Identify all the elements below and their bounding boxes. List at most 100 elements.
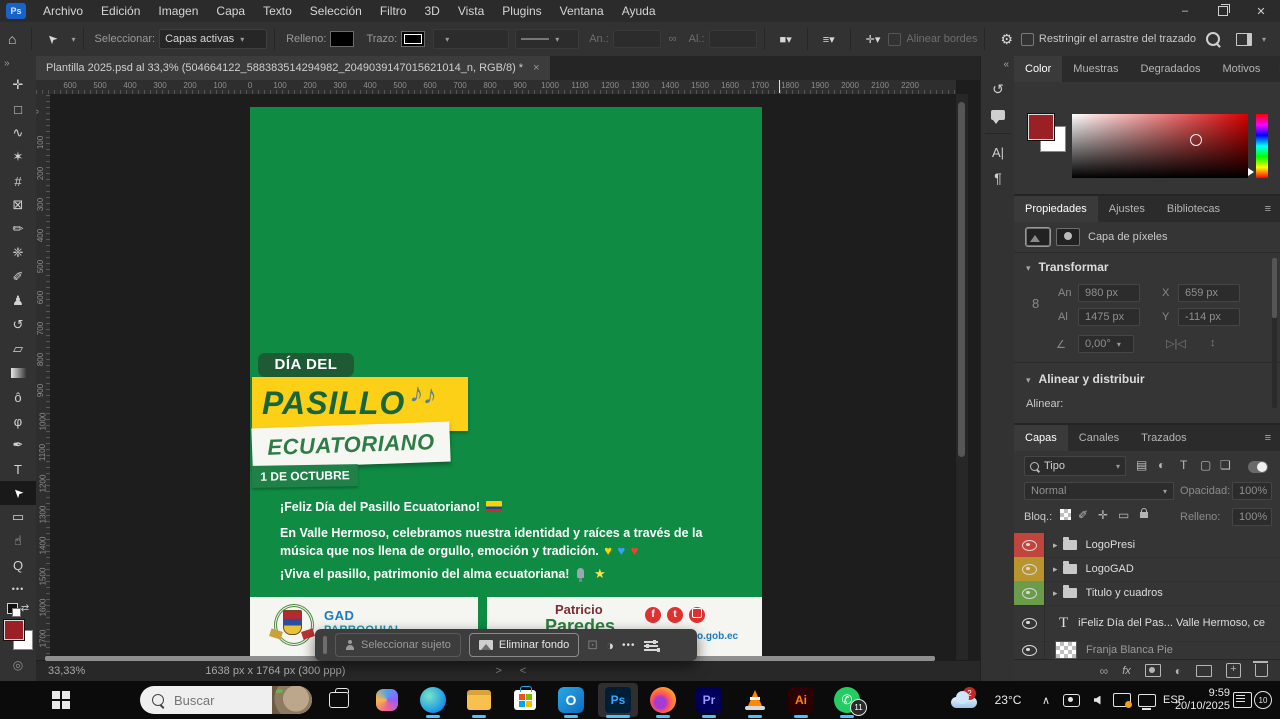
tab-close-icon[interactable]: ×	[533, 62, 539, 74]
lock-all-icon[interactable]	[1140, 512, 1148, 518]
temperature-label[interactable]: 23°C	[986, 681, 1030, 719]
menu-capa[interactable]: Capa	[207, 0, 254, 22]
weather-icon[interactable]: 2	[946, 681, 982, 719]
copilot-button[interactable]	[372, 681, 402, 719]
more-options-icon[interactable]: •••	[622, 640, 636, 651]
properties-menu-icon[interactable]: ≡	[1257, 196, 1280, 222]
hue-marker[interactable]	[1248, 168, 1254, 176]
foreground-swatch-mini[interactable]	[1028, 114, 1054, 140]
search-input[interactable]	[172, 692, 256, 709]
layers-tab-canales[interactable]: Canales	[1068, 425, 1130, 451]
default-colors-icon[interactable]	[7, 603, 18, 614]
color-field[interactable]	[1072, 114, 1248, 178]
delete-layer-icon[interactable]	[1255, 664, 1268, 677]
layer-row[interactable]: ▸ Titulo y cuadros	[1014, 581, 1280, 606]
lock-paint-icon[interactable]: ✐	[1078, 508, 1088, 522]
edge-icon[interactable]	[418, 681, 448, 719]
cast-icon[interactable]	[1108, 681, 1136, 719]
color-tab-degradados[interactable]: Degradados	[1130, 56, 1212, 82]
microsoft-store-icon[interactable]	[510, 681, 540, 719]
menu-archivo[interactable]: Archivo	[34, 0, 92, 22]
group-expand-icon[interactable]: ▸	[1053, 564, 1058, 575]
select-mode-dropdown[interactable]: Capas activas▾	[159, 29, 267, 49]
eyedropper-tool[interactable]: ✏	[0, 217, 36, 241]
menu-plugins[interactable]: Plugins	[493, 0, 550, 22]
outlook-icon[interactable]: O	[556, 681, 586, 719]
vlc-icon[interactable]	[740, 681, 770, 719]
pen-tool[interactable]: ✒	[0, 433, 36, 457]
tray-expand-icon[interactable]: ∧	[1036, 681, 1056, 719]
layer-row[interactable]: Franja Blanca Pie	[1014, 641, 1280, 659]
menu-ventana[interactable]: Ventana	[551, 0, 613, 22]
menu-edición[interactable]: Edición	[92, 0, 149, 22]
layer-filter-dropdown[interactable]: Tipo ▾	[1024, 456, 1126, 476]
home-icon[interactable]: ⌂	[0, 31, 24, 47]
pixel-layer-thumb-icon[interactable]	[1026, 228, 1050, 246]
group-expand-icon[interactable]: ▸	[1053, 540, 1058, 551]
toolstrip-expand-icon[interactable]: »	[0, 56, 36, 73]
scroll-next-icon[interactable]: >	[495, 665, 501, 677]
path-select-tool[interactable]: ➤	[0, 481, 36, 505]
stamp-tool[interactable]: ♟	[0, 289, 36, 313]
menu-texto[interactable]: Texto	[254, 0, 301, 22]
remove-background-button[interactable]: Eliminar fondo	[469, 633, 579, 657]
color-tab-color[interactable]: Color	[1014, 56, 1062, 82]
hand-tool[interactable]: ☝	[0, 529, 36, 553]
current-tool-icon[interactable]: ➤	[38, 25, 66, 53]
lasso-tool[interactable]: ∿	[0, 121, 36, 145]
swap-colors-icon[interactable]: ⇄	[21, 603, 29, 614]
layer-row[interactable]: T iFeliz Día del Pas... Valle Hermoso, c…	[1014, 605, 1280, 642]
history-brush-tool[interactable]: ↺	[0, 313, 36, 337]
layer-row[interactable]: ▸ LogoPresi	[1014, 533, 1280, 558]
mask-thumb-icon[interactable]	[1056, 228, 1080, 246]
restore-button[interactable]	[1204, 0, 1242, 22]
marquee-tool[interactable]: □	[0, 97, 36, 121]
properties-tab-propiedades[interactable]: Propiedades	[1014, 196, 1098, 222]
eraser-tool[interactable]: ▱	[0, 337, 36, 361]
filter-smartobject-icon[interactable]: ❏	[1220, 458, 1231, 472]
constrain-checkbox[interactable]	[1021, 33, 1034, 46]
properties-sliders-icon[interactable]	[644, 639, 658, 651]
filter-adjustment-icon[interactable]: ◐	[1158, 458, 1165, 472]
crop-tool[interactable]: #	[0, 169, 36, 193]
premiere-icon[interactable]: Pr	[694, 681, 724, 719]
close-button[interactable]: ✕	[1242, 0, 1280, 22]
add-mask-icon[interactable]	[1145, 664, 1161, 677]
new-group-icon[interactable]	[1196, 665, 1212, 677]
dodge-tool[interactable]: φ	[0, 409, 36, 433]
blur-tool[interactable]: ô	[0, 385, 36, 409]
adjustment-icon[interactable]: ◑	[606, 638, 614, 653]
transform-section-header[interactable]: ▾Transformar	[1026, 260, 1109, 274]
more-tools[interactable]: •••	[0, 577, 36, 601]
canvas[interactable]: DÍA DEL PASILLO ♪♪ ECUATORIANO 1 DE OCTU…	[50, 94, 955, 660]
link-layers-icon[interactable]: ∞	[1100, 664, 1109, 678]
illustrator-icon[interactable]: Ai	[786, 681, 816, 719]
quick-mask-icon[interactable]: ◎	[0, 658, 36, 672]
menu-filtro[interactable]: Filtro	[371, 0, 416, 22]
visibility-eye-icon[interactable]	[1014, 557, 1045, 581]
whatsapp-icon[interactable]: ✆ 11	[832, 681, 862, 719]
photoshop-taskbar-icon[interactable]: Ps	[598, 683, 638, 717]
path-arrangement-icon[interactable]: ✛▾	[858, 33, 889, 46]
gradient-tool[interactable]: ▮	[0, 361, 36, 385]
healing-tool[interactable]: ❈	[0, 241, 36, 265]
start-button[interactable]	[46, 681, 76, 719]
properties-tab-ajustes[interactable]: Ajustes	[1098, 196, 1156, 222]
fill-swatch[interactable]	[330, 31, 354, 47]
zoom-tool[interactable]: Q	[0, 553, 36, 577]
color-tab-motivos[interactable]: Motivos	[1211, 56, 1271, 82]
foreground-color-swatch[interactable]	[4, 620, 24, 640]
taskbar-search[interactable]	[140, 686, 312, 714]
task-view-button[interactable]	[324, 681, 354, 719]
taskbar-drag-handle[interactable]	[323, 636, 327, 654]
character-panel-icon[interactable]: A|	[981, 139, 1015, 165]
layers-menu-icon[interactable]: ≡	[1257, 425, 1280, 451]
menu-vista[interactable]: Vista	[449, 0, 493, 22]
move-tool[interactable]: ✛	[0, 73, 36, 97]
filter-pixel-icon[interactable]: ▤	[1136, 458, 1147, 472]
layer-row[interactable]: ▸ LogoGAD	[1014, 557, 1280, 582]
lock-artboard-icon[interactable]: ▭	[1118, 508, 1129, 522]
brush-tool[interactable]: ✐	[0, 265, 36, 289]
file-explorer-icon[interactable]	[464, 681, 494, 719]
align-section-header[interactable]: ▾Alinear y distribuir	[1026, 372, 1145, 386]
